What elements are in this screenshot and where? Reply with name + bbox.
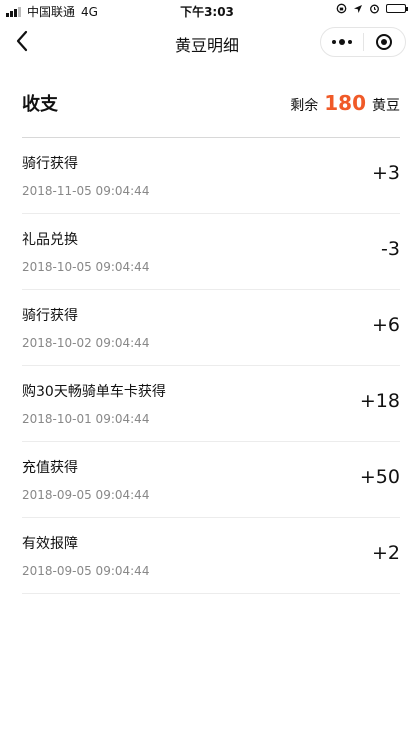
record-title: 骑行获得 <box>22 308 78 324</box>
record-amount: +3 <box>371 162 400 184</box>
list-item: 有效报障 2018-09-05 09:04:44 +2 <box>22 518 400 594</box>
record-title: 礼品兑换 <box>22 232 78 248</box>
list-item: 骑行获得 2018-11-05 09:04:44 +3 <box>22 138 400 214</box>
list-item: 充值获得 2018-09-05 09:04:44 +50 <box>22 442 400 518</box>
record-time: 2018-09-05 09:04:44 <box>22 488 150 502</box>
unit-label: 黄豆 <box>372 97 400 114</box>
remaining-label: 剩余 <box>290 97 319 114</box>
battery-icon <box>386 4 408 13</box>
record-amount: +6 <box>371 314 400 336</box>
list-item: 礼品兑换 2018-10-05 09:04:44 -3 <box>22 214 400 290</box>
record-title: 购30天畅骑单车卡获得 <box>22 384 166 400</box>
record-amount: +18 <box>359 390 400 412</box>
status-bar: 中国联通 4G 下午3:03 <box>0 0 414 20</box>
rotation-lock-icon <box>336 3 347 14</box>
alarm-icon <box>370 4 379 14</box>
record-time: 2018-10-01 09:04:44 <box>22 412 150 426</box>
list-item: 购30天畅骑单车卡获得 2018-10-01 09:04:44 +18 <box>22 366 400 442</box>
summary-title: 收支 <box>22 93 58 115</box>
record-amount: +50 <box>359 466 400 488</box>
record-title: 有效报障 <box>22 536 78 552</box>
close-program-button[interactable] <box>364 28 406 56</box>
target-icon <box>376 34 393 50</box>
record-title: 充值获得 <box>22 460 78 476</box>
record-amount: -3 <box>381 238 400 260</box>
content: 收支 剩余 180 黄豆 骑行获得 2018-11-05 09:04:44 +3… <box>0 68 414 594</box>
record-amount: +2 <box>371 542 400 564</box>
list-item: 骑行获得 2018-10-02 09:04:44 +6 <box>22 290 400 366</box>
remaining-amount: 180 <box>324 90 366 115</box>
mini-program-capsule <box>320 27 406 57</box>
record-time: 2018-10-05 09:04:44 <box>22 260 150 274</box>
status-right <box>336 3 408 14</box>
remaining-balance: 剩余 180 黄豆 <box>290 91 400 115</box>
nav-bar: 黄豆明细 <box>0 20 414 62</box>
record-time: 2018-11-05 09:04:44 <box>22 184 150 198</box>
record-title: 骑行获得 <box>22 156 78 172</box>
record-time: 2018-10-02 09:04:44 <box>22 336 150 350</box>
more-button[interactable] <box>321 28 363 56</box>
record-time: 2018-09-05 09:04:44 <box>22 564 150 578</box>
more-dots-icon <box>331 39 352 45</box>
location-icon <box>354 4 362 13</box>
summary-header: 收支 剩余 180 黄豆 <box>22 68 400 138</box>
